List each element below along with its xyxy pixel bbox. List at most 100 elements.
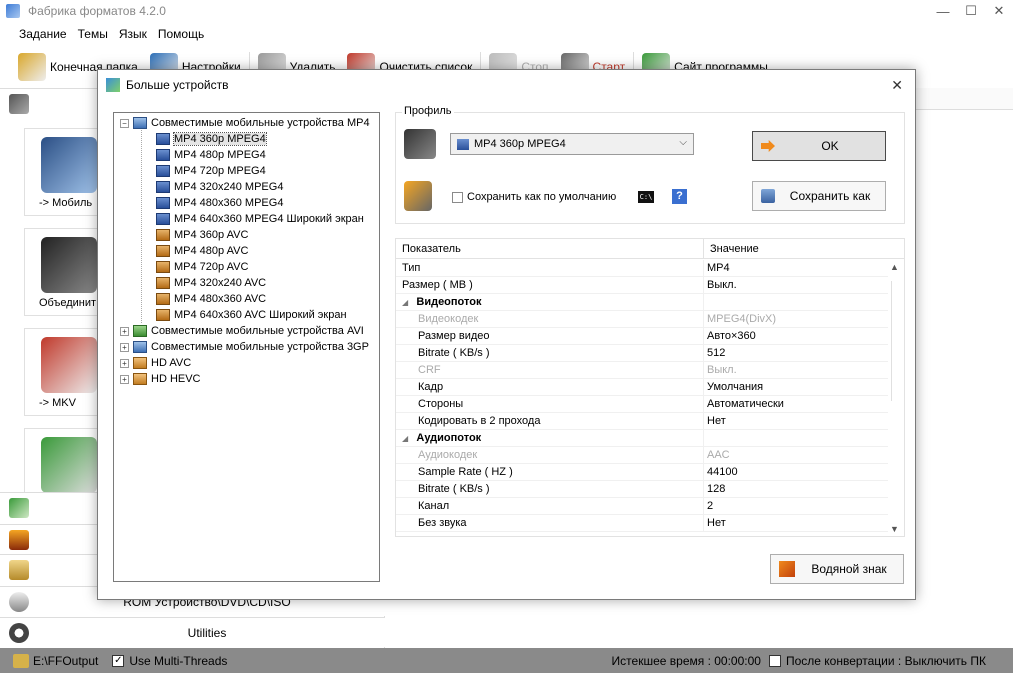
- tree-item[interactable]: MP4 480p MPEG4: [156, 147, 266, 163]
- menu-help[interactable]: Помощь: [154, 24, 211, 44]
- expand-icon[interactable]: +: [120, 342, 129, 352]
- save-default-option[interactable]: Сохранить как по умолчанию: [452, 191, 616, 203]
- grid-row-parameter: CRF: [396, 362, 704, 378]
- grid-row[interactable]: CRF Выкл.: [396, 362, 888, 379]
- tree-item[interactable]: MP4 640x360 MPEG4 Широкий экран: [156, 211, 364, 227]
- mpeg4-profile-icon: [457, 138, 469, 150]
- multithreads-checkbox[interactable]: ✓: [112, 654, 125, 667]
- minimize-button[interactable]: —: [929, 0, 957, 22]
- mp4-format-icon: [404, 181, 432, 211]
- collapse-section-icon[interactable]: ◢: [402, 434, 410, 443]
- save-default-checkbox[interactable]: [452, 191, 463, 203]
- expand-icon[interactable]: +: [120, 326, 129, 336]
- device-tree[interactable]: − Совместимые мобильные устройства MP4 MP4…: [113, 112, 380, 582]
- grid-row-value[interactable]: Выкл.: [704, 362, 737, 378]
- grid-row[interactable]: Sample Rate ( HZ ) 44100: [396, 464, 888, 481]
- command-line-icon[interactable]: C:\: [638, 191, 654, 203]
- tree-item-label: MP4 320x240 MPEG4: [174, 181, 284, 193]
- grid-row[interactable]: Канал 2: [396, 498, 888, 515]
- save-as-button[interactable]: Сохранить как: [752, 181, 886, 211]
- grid-row-value[interactable]: Умолчания: [704, 379, 763, 395]
- grid-row[interactable]: Тип MP4: [396, 260, 888, 277]
- grid-row-value[interactable]: AAC: [704, 447, 730, 463]
- tree-item[interactable]: MP4 480p AVC: [156, 243, 248, 259]
- close-window-button[interactable]: ✕: [985, 0, 1013, 22]
- menu-language[interactable]: Язык: [115, 24, 154, 44]
- tree-item[interactable]: MP4 720p AVC: [156, 259, 248, 275]
- scroll-up-icon[interactable]: ▲: [890, 262, 899, 272]
- menu-themes[interactable]: Темы: [74, 24, 115, 44]
- grid-row[interactable]: Bitrate ( KB/s ) 512: [396, 345, 888, 362]
- expand-icon[interactable]: +: [120, 358, 129, 368]
- scroll-down-icon[interactable]: ▼: [890, 524, 899, 534]
- grid-row-value[interactable]: 128: [704, 481, 725, 497]
- output-folder-path[interactable]: E:\FFOutput: [33, 654, 98, 668]
- grid-header-value[interactable]: Значение: [704, 239, 759, 258]
- tree-group[interactable]: + Совместимые мобильные устройства AVI: [120, 323, 364, 339]
- tree-group[interactable]: − Совместимые мобильные устройства MP4: [120, 115, 370, 131]
- grid-scrollbar[interactable]: ▲ ▼: [887, 259, 904, 536]
- tree-item[interactable]: MP4 480x360 AVC: [156, 291, 266, 307]
- grid-header-parameter[interactable]: Показатель: [396, 239, 704, 258]
- grid-row-parameter-text: Без звука: [418, 517, 467, 529]
- grid-row[interactable]: Размер ( MB ) Выкл.: [396, 277, 888, 294]
- video-icon: [9, 93, 29, 114]
- grid-section-row[interactable]: ◢ Аудиопоток: [396, 430, 888, 447]
- grid-row-value[interactable]: Выкл.: [704, 277, 737, 293]
- scrollbar-thumb[interactable]: [891, 281, 900, 401]
- floppy-disk-icon: [761, 189, 775, 203]
- grid-row-parameter: ◢ Аудиопоток: [396, 430, 704, 446]
- tree-item[interactable]: MP4 640x360 AVC Широкий экран: [156, 307, 347, 323]
- ok-button[interactable]: OK: [752, 131, 886, 161]
- tree-group[interactable]: + Совместимые мобильные устройства 3GP: [120, 339, 369, 355]
- watermark-button[interactable]: Водяной знак: [770, 554, 904, 584]
- maximize-button[interactable]: ☐: [957, 0, 985, 22]
- dialog-close-button[interactable]: ✕: [891, 77, 903, 94]
- grid-row-value[interactable]: 512: [704, 345, 725, 361]
- tree-item[interactable]: MP4 360p MPEG4: [156, 131, 267, 147]
- tree-item[interactable]: MP4 320x240 MPEG4: [156, 179, 283, 195]
- grid-section-row[interactable]: ◢ Видеопоток: [396, 294, 888, 311]
- collapse-icon[interactable]: −: [120, 118, 129, 128]
- grid-row-parameter: Кодировать в 2 прохода: [396, 413, 704, 429]
- chevron-down-icon[interactable]: ⌵: [679, 137, 687, 148]
- grid-row[interactable]: Кадр Умолчания: [396, 379, 888, 396]
- grid-row-parameter-text: Bitrate ( KB/s ): [418, 483, 490, 495]
- profile-select[interactable]: MP4 360p MPEG4 ⌵: [450, 133, 694, 155]
- menu-task[interactable]: Задание: [0, 24, 74, 44]
- help-icon[interactable]: ?: [672, 189, 687, 204]
- utilities-category-header[interactable]: Utilities: [0, 617, 385, 647]
- grid-row-parameter: Тип: [396, 260, 704, 276]
- grid-row-value[interactable]: 44100: [704, 464, 738, 480]
- grid-row[interactable]: Размер видео Авто×360: [396, 328, 888, 345]
- tree-group[interactable]: + HD AVC: [120, 355, 191, 371]
- menu-bar: Задание Темы Язык Помощь: [0, 24, 211, 44]
- expand-icon[interactable]: +: [120, 374, 129, 384]
- grid-row[interactable]: Bitrate ( KB/s ) 128: [396, 481, 888, 498]
- tree-item[interactable]: MP4 360p AVC: [156, 227, 248, 243]
- grid-row[interactable]: Аудиокодек AAC: [396, 447, 888, 464]
- grid-row-value[interactable]: MPEG4(DivX): [704, 311, 776, 327]
- grid-row-value[interactable]: 2: [704, 498, 713, 514]
- tree-item[interactable]: MP4 320x240 AVC: [156, 275, 266, 291]
- grid-row-value[interactable]: MP4: [704, 260, 730, 276]
- grid-row-value[interactable]: Авто×360: [704, 328, 756, 344]
- grid-row-parameter-text: Видеопоток: [416, 296, 482, 308]
- grid-row-value[interactable]: Нет: [704, 413, 726, 429]
- mpeg4-profile-icon: [156, 149, 170, 161]
- grid-row-parameter: Размер видео: [396, 328, 704, 344]
- grid-row-value[interactable]: Автоматически: [704, 396, 784, 412]
- tree-group[interactable]: + HD HEVC: [120, 371, 201, 387]
- tree-item[interactable]: MP4 720p MPEG4: [156, 163, 266, 179]
- after-convert-checkbox[interactable]: [768, 654, 781, 667]
- grid-row[interactable]: Видеокодек MPEG4(DivX): [396, 311, 888, 328]
- collapse-section-icon[interactable]: ◢: [402, 298, 410, 307]
- grid-row-parameter-text: CRF: [418, 364, 441, 376]
- film-reel-icon: [9, 622, 29, 643]
- tree-item[interactable]: MP4 480x360 MPEG4: [156, 195, 283, 211]
- grid-row[interactable]: Кодировать в 2 прохода Нет: [396, 413, 888, 430]
- output-folder-icon[interactable]: [13, 653, 29, 668]
- grid-row[interactable]: Стороны Автоматически: [396, 396, 888, 413]
- grid-row-value[interactable]: Нет: [704, 515, 726, 531]
- grid-row[interactable]: Без звука Нет: [396, 515, 888, 532]
